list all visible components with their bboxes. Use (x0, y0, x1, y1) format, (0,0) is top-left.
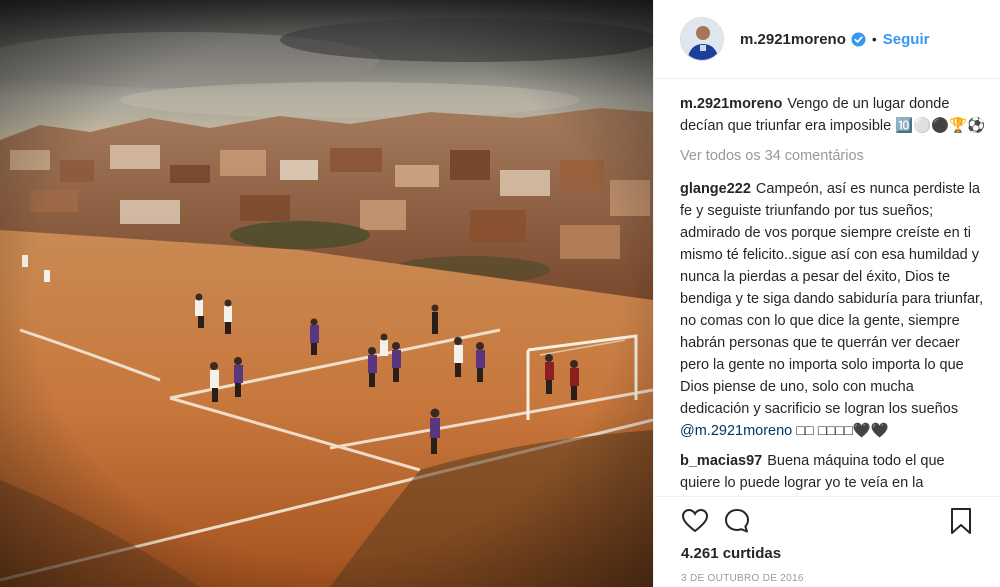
post-header: m.2921moreno • Seguir (654, 0, 1000, 79)
author-username[interactable]: m.2921moreno (740, 31, 846, 48)
header-separator: • (871, 31, 877, 47)
comments-list[interactable]: m.2921moreno Vengo de un lugar donde decí… (680, 93, 986, 495)
post-date[interactable]: 3 DE OUTUBRO DE 2016 (681, 573, 804, 584)
comment-item: b_macias97 Buena máquina todo el que quie… (680, 450, 986, 494)
instagram-post: m.2921moreno • Seguir m.2921moreno Vengo … (0, 0, 1000, 587)
post-actions: 4.261 curtidas 3 DE OUTUBRO DE 2016 (654, 496, 1000, 587)
post-side-panel: m.2921moreno • Seguir m.2921moreno Vengo … (653, 0, 1000, 587)
post-photo[interactable] (0, 0, 653, 587)
avatar[interactable] (680, 17, 724, 61)
comment-username[interactable]: glange222 (680, 181, 751, 197)
comment-bubble-icon[interactable] (723, 507, 751, 535)
follow-button[interactable]: Seguir (883, 31, 930, 48)
bookmark-icon[interactable] (947, 507, 975, 535)
caption-username[interactable]: m.2921moreno (680, 96, 782, 112)
verified-badge-icon (851, 31, 866, 47)
comment-mention[interactable]: @m.2921moreno (680, 423, 792, 439)
action-icons-row (679, 507, 975, 537)
view-all-comments-link[interactable]: Ver todos os 34 comentários (680, 145, 986, 167)
comment-suffix: □□ □□□□🖤🖤 (792, 423, 889, 439)
comment-text: Campeón, así es nunca perdiste la fe y s… (680, 181, 984, 417)
likes-count[interactable]: 4.261 curtidas (681, 545, 781, 562)
heart-icon[interactable] (681, 507, 709, 535)
football-field-photo (0, 0, 653, 587)
avatar-image (681, 18, 723, 60)
caption: m.2921moreno Vengo de un lugar donde decí… (680, 93, 986, 137)
comment-item: glange222 Campeón, así es nunca perdiste … (680, 178, 986, 442)
comment-username[interactable]: b_macias97 (680, 453, 762, 469)
